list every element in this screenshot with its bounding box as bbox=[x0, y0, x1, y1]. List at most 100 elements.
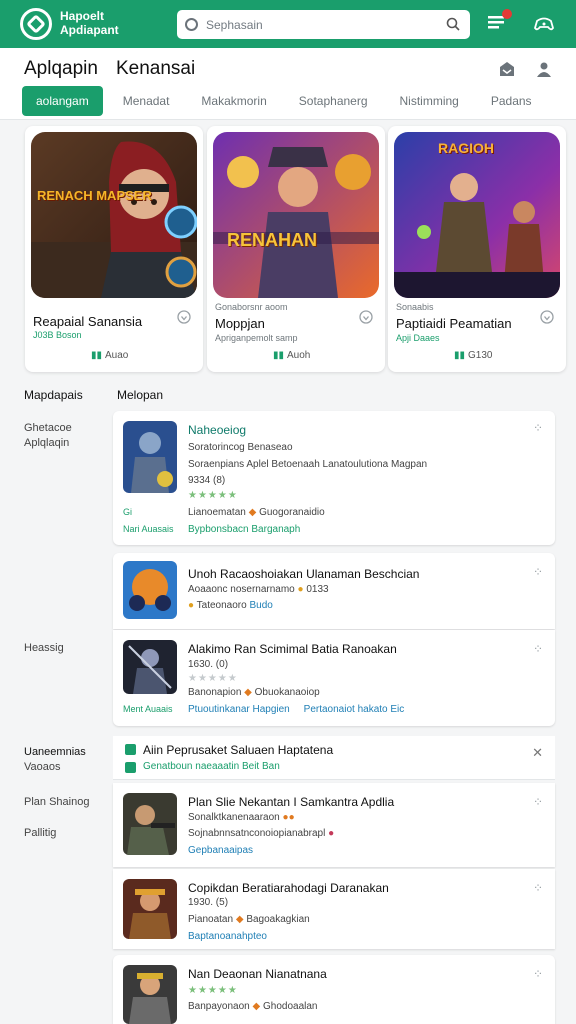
emoji-icon: ● bbox=[328, 828, 335, 839]
more-icon[interactable]: ⁘ bbox=[533, 967, 543, 981]
category-tabs: aolangam Menadat Makakmorin Sotaphanerg … bbox=[22, 86, 532, 116]
item-side-note: Nari Auasais bbox=[123, 524, 174, 534]
rating-stars: ★★★★★ bbox=[188, 490, 238, 501]
game-thumbnail bbox=[123, 879, 177, 939]
item-side-note: Ment Auaais bbox=[123, 704, 173, 714]
search-icon bbox=[185, 18, 198, 31]
game-thumbnail bbox=[123, 793, 177, 855]
item-line-part: Pertaonaiot hakato bbox=[303, 704, 388, 715]
game-artwork: RAGIOH bbox=[394, 132, 560, 298]
side-label: Ghetacoe bbox=[24, 422, 72, 434]
favorite-icon[interactable] bbox=[177, 310, 191, 324]
item-line: Soraenpians Aplel Betoenaah Lanatoulutio… bbox=[188, 459, 428, 470]
item-line: 9334 (8) bbox=[188, 475, 226, 486]
ribbon-title: Aiin Peprusaket Saluaen Haptatena bbox=[143, 743, 334, 757]
brand-line-1: Hapoelt bbox=[60, 9, 105, 23]
list-item[interactable]: Nan Deaonan Nianatnana ★★★★★ Banpayonaon… bbox=[113, 955, 555, 1024]
game-thumbnail bbox=[123, 561, 177, 619]
tab-padans[interactable]: Padans bbox=[491, 86, 532, 116]
artwork-title: RENACH MAPSER bbox=[37, 188, 152, 203]
item-line: Pianoatan ◆ Bagoakagkian bbox=[188, 914, 310, 925]
meta-label: G130 bbox=[468, 350, 493, 361]
item-line-part: Bagoakagkian bbox=[246, 914, 310, 925]
more-icon[interactable]: ⁘ bbox=[533, 565, 543, 579]
game-subtitle: Apji Daaes bbox=[396, 333, 440, 343]
side-group-4[interactable]: Plan Shainog bbox=[24, 795, 89, 810]
artwork-title: RENAHAN bbox=[227, 230, 317, 250]
controller-icon[interactable] bbox=[533, 13, 555, 35]
section-header-right: Melopan bbox=[117, 388, 164, 402]
page-title: Aplqapin Kenansai bbox=[24, 58, 195, 80]
favorite-icon[interactable] bbox=[540, 310, 554, 324]
app-logo-icon[interactable] bbox=[20, 8, 52, 40]
side-group-5[interactable]: Pallitig bbox=[24, 826, 56, 841]
featured-card[interactable]: RAGIOH Sonaabis Paptiaidi Peamatian Apji… bbox=[388, 126, 566, 372]
rating-stars: ★★★★★ bbox=[188, 985, 238, 996]
item-title: Plan Slie Nekantan I Samkantra Apdlia bbox=[188, 795, 395, 809]
more-icon[interactable]: ⁘ bbox=[533, 881, 543, 895]
list-item[interactable]: Unoh Racaoshoiakan Ulanaman Beschcian Ao… bbox=[113, 553, 555, 629]
tab-makakmorin[interactable]: Makakmorin bbox=[201, 86, 266, 116]
game-thumbnail bbox=[123, 640, 177, 694]
item-line-part: Aoaaonc nosernarnamo bbox=[188, 584, 295, 595]
search-input[interactable] bbox=[206, 17, 426, 32]
side-label: Pallitig bbox=[24, 827, 57, 839]
item-line-part: Sojnabnnsatnconoiopianabrapl bbox=[188, 828, 326, 839]
game-meta: ▮▮ G130 bbox=[454, 350, 492, 361]
tab-sotaphanerg[interactable]: Sotaphanerg bbox=[299, 86, 368, 116]
fire-icon: ◆ bbox=[252, 1001, 261, 1012]
tab-nistimming[interactable]: Nistimming bbox=[400, 86, 459, 116]
list-item[interactable]: Naheoeiog Soratorincog Benaseao Soraenpi… bbox=[113, 411, 555, 545]
item-line[interactable]: Ptuoutinkanar Hapgien Pertaonaiot hakato… bbox=[188, 704, 404, 715]
item-tags[interactable]: Gepbanaaipas bbox=[188, 845, 253, 856]
inbox-icon[interactable] bbox=[498, 60, 516, 78]
item-line-part: Banpayonaon bbox=[188, 1001, 250, 1012]
download-icon: ▮▮ bbox=[273, 350, 285, 361]
promo-ribbon[interactable]: Aiin Peprusaket Saluaen Haptatena Genatb… bbox=[113, 736, 555, 780]
item-title: Unoh Racaoshoiakan Ulanaman Beschcian bbox=[188, 567, 420, 581]
featured-card[interactable]: RENACH MAPSER Reapaial Sanansia J03B Bos… bbox=[25, 126, 203, 372]
search-bar[interactable] bbox=[177, 10, 470, 39]
tab-menadat[interactable]: Menadat bbox=[123, 86, 170, 116]
game-subtitle: J03B Boson bbox=[33, 330, 82, 340]
side-label: Heassig bbox=[24, 642, 64, 654]
game-thumbnail bbox=[123, 421, 177, 493]
close-icon[interactable]: ✕ bbox=[532, 745, 543, 761]
side-group-1[interactable]: Ghetacoe Aplqlaqin bbox=[24, 421, 72, 451]
fire-icon: ◆ bbox=[235, 914, 244, 925]
more-icon[interactable]: ⁘ bbox=[533, 642, 543, 656]
side-group-2[interactable]: Heassig bbox=[24, 641, 64, 656]
more-icon[interactable]: ⁘ bbox=[533, 795, 543, 809]
tab-aolangam[interactable]: aolangam bbox=[22, 86, 103, 116]
more-icon[interactable]: ⁘ bbox=[533, 421, 543, 435]
item-title: Nan Deaonan Nianatnana bbox=[188, 967, 327, 981]
game-name: Paptiaidi Peamatian bbox=[396, 316, 512, 331]
game-meta: ▮▮ Auoh bbox=[273, 350, 310, 361]
game-name: Moppjan bbox=[215, 316, 265, 331]
page-header: Aplqapin Kenansai aolangam Menadat Makakm… bbox=[0, 48, 576, 120]
magnifier-icon[interactable] bbox=[446, 17, 460, 31]
item-line-part: 0133 bbox=[306, 584, 329, 595]
list-icon[interactable] bbox=[487, 9, 512, 35]
favorite-icon[interactable] bbox=[359, 310, 373, 324]
side-group-3[interactable]: Uaneemnias Vaoaos bbox=[24, 745, 86, 775]
top-app-bar: Hapoelt Apdiapant bbox=[0, 0, 576, 48]
side-label: Plan Shainog bbox=[24, 796, 90, 808]
fire-icon: ◆ bbox=[244, 687, 252, 698]
item-line-part: Ptuoutinkanar Hapgien bbox=[188, 704, 290, 715]
item-line-part: Pianoatan bbox=[188, 914, 234, 925]
item-line-part: Eic bbox=[390, 704, 405, 715]
game-artwork: RENACH MAPSER bbox=[31, 132, 197, 298]
item-tags[interactable]: Baptanoanahpteo bbox=[188, 931, 267, 942]
download-icon: ▮▮ bbox=[91, 350, 103, 361]
list-item[interactable]: Copikdan Beratiarahodagi Daranakan 1930.… bbox=[113, 869, 555, 949]
item-tags[interactable]: Bypbonsbacn Barganaph bbox=[188, 524, 300, 535]
item-line: Aoaaonc nosernarnamo ● 0133 bbox=[188, 584, 329, 595]
game-artwork: RENAHAN bbox=[213, 132, 379, 298]
list-item[interactable]: Plan Slie Nekantan I Samkantra Apdlia So… bbox=[113, 783, 555, 867]
list-item[interactable]: Alakimo Ran Scimimal Batia Ranoakan 1630… bbox=[113, 630, 555, 726]
item-line-part: Budo bbox=[249, 600, 273, 611]
profile-icon[interactable] bbox=[535, 60, 553, 78]
featured-card[interactable]: RENAHAN Gonaborsnr aoom Moppjan Apriganp… bbox=[207, 126, 385, 372]
item-line: Banonapion ◆ Obuokanaoiop bbox=[188, 687, 320, 698]
